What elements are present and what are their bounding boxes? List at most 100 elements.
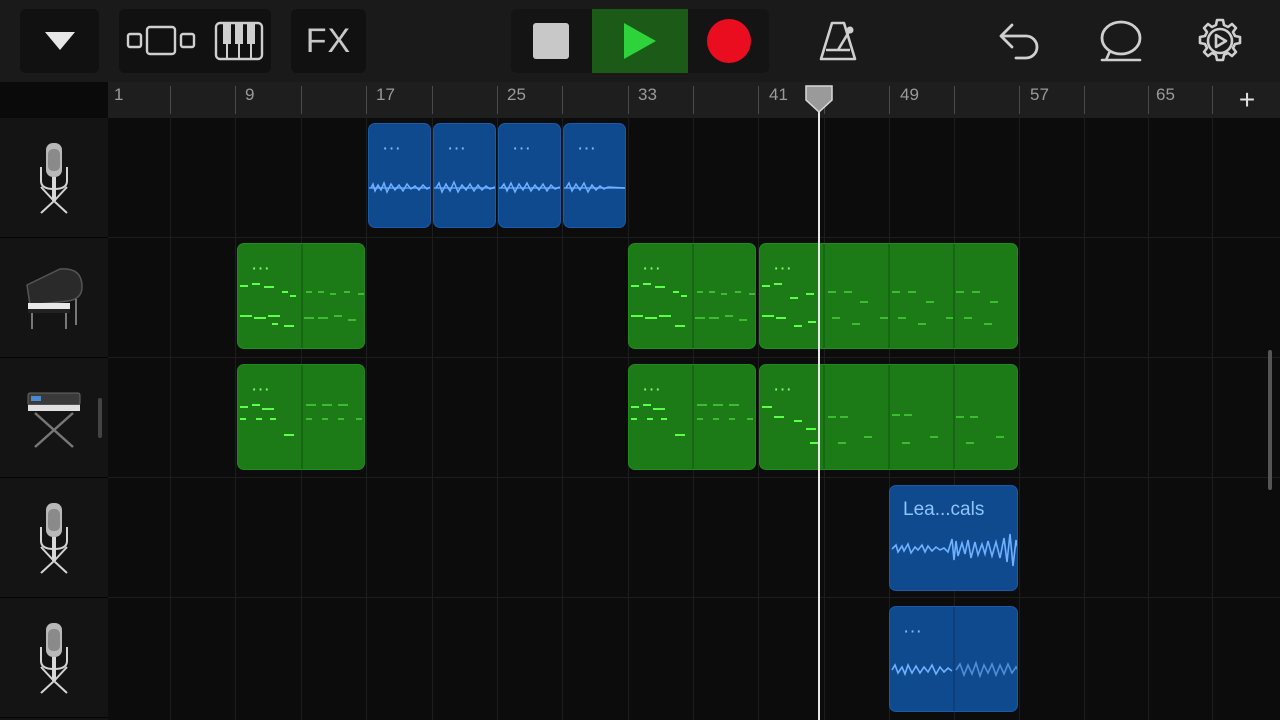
midi-region[interactable]: ··· — [628, 243, 756, 349]
ruler-tick — [170, 86, 171, 114]
ruler-tick — [497, 86, 498, 114]
region-label: ··· — [903, 621, 922, 642]
midi-region[interactable]: ··· — [628, 364, 756, 470]
stop-button[interactable] — [511, 9, 591, 73]
vertical-scrollbar[interactable] — [1268, 350, 1272, 490]
ruler-tick — [562, 86, 563, 114]
toolbar: FX — [0, 0, 1280, 82]
audio-region[interactable]: ··· — [433, 123, 496, 228]
playhead-line — [818, 96, 820, 720]
stop-icon — [533, 23, 569, 59]
tracks-view-button[interactable] — [126, 23, 196, 59]
ruler-tick — [235, 86, 236, 114]
region-label: ··· — [251, 258, 270, 279]
ruler-tick — [693, 86, 694, 114]
instrument-view-button[interactable] — [214, 21, 264, 61]
audio-region[interactable]: ··· — [368, 123, 431, 228]
tracks-view-icon — [126, 25, 196, 56]
midi-region[interactable]: ··· — [237, 364, 365, 470]
ruler-tick — [1212, 86, 1213, 114]
midi-region[interactable]: ··· — [237, 243, 365, 349]
plus-icon: + — [1238, 84, 1256, 115]
track-headers-scroll-indicator[interactable] — [98, 398, 102, 438]
add-section-button[interactable]: + — [1214, 82, 1280, 118]
ruler-tick — [432, 86, 433, 114]
timeline-ruler[interactable]: 1 9 17 25 33 41 49 57 65 — [108, 82, 1280, 118]
undo-icon — [999, 23, 1039, 60]
grid-line — [170, 118, 171, 720]
loop-browser-button[interactable] — [1086, 9, 1156, 73]
ruler-tick — [758, 86, 759, 114]
fx-label: FX — [305, 21, 352, 60]
gear-icon — [1198, 18, 1242, 62]
play-button[interactable] — [592, 9, 688, 73]
track-header-vocal-3[interactable] — [0, 598, 108, 718]
region-label: ··· — [773, 258, 792, 279]
bar-number: 65 — [1156, 85, 1175, 104]
settings-button[interactable] — [1185, 9, 1255, 73]
playhead-handle[interactable] — [804, 84, 834, 119]
audio-region-lead-vocals[interactable]: Lea...cals — [889, 485, 1018, 591]
ruler-tick — [366, 86, 367, 114]
track-separator — [108, 597, 1280, 598]
metronome-button[interactable] — [803, 9, 873, 73]
region-label: ··· — [512, 138, 531, 159]
region-label: Lea...cals — [903, 499, 985, 520]
ruler-tick — [1019, 86, 1020, 114]
bar-number: 49 — [900, 85, 919, 104]
ruler-tick — [1084, 86, 1085, 114]
bar-number: 1 — [114, 85, 124, 104]
grid-line — [1212, 118, 1213, 720]
bar-number: 33 — [638, 85, 657, 104]
ruler-tick — [628, 86, 629, 114]
region-label: ··· — [642, 258, 661, 279]
ruler-tick — [301, 86, 302, 114]
grid-line — [1019, 118, 1020, 720]
midi-region[interactable]: ··· — [759, 243, 1018, 349]
grid-line — [235, 118, 236, 720]
bar-number: 9 — [245, 85, 255, 104]
piano-keys-icon — [214, 21, 264, 61]
audio-region[interactable]: ··· — [563, 123, 626, 228]
track-separator — [108, 477, 1280, 478]
track-header-vocal-1[interactable] — [0, 118, 108, 238]
track-header-synth[interactable] — [0, 358, 108, 478]
keyboard-synth-icon — [27, 392, 81, 448]
midi-region[interactable]: ··· — [759, 364, 1018, 470]
metronome-icon — [819, 21, 857, 61]
region-label: ··· — [773, 379, 792, 400]
region-label: ··· — [642, 379, 661, 400]
track-separator — [108, 237, 1280, 238]
audio-region[interactable]: ··· — [498, 123, 561, 228]
undo-button[interactable] — [985, 9, 1055, 73]
playhead-marker-icon — [805, 85, 833, 114]
transport-group — [511, 9, 769, 73]
region-label: ··· — [382, 138, 401, 159]
play-icon — [624, 23, 656, 59]
track-header-piano[interactable] — [0, 238, 108, 358]
record-button[interactable] — [688, 9, 769, 73]
bar-number: 57 — [1030, 85, 1049, 104]
audio-region[interactable]: ··· — [889, 606, 1018, 712]
track-separator — [108, 357, 1280, 358]
track-headers — [0, 118, 108, 720]
view-switch-group — [119, 9, 271, 73]
ruler-tick — [1148, 86, 1149, 114]
midi-notes — [762, 244, 998, 348]
midi-notes — [762, 365, 1004, 469]
region-label: ··· — [577, 138, 596, 159]
bar-number: 25 — [507, 85, 526, 104]
fx-button[interactable]: FX — [291, 9, 366, 73]
track-header-vocal-2[interactable] — [0, 478, 108, 598]
microphone-icon — [40, 622, 68, 694]
grid-line — [366, 118, 367, 720]
bar-number: 41 — [769, 85, 788, 104]
tracks-area[interactable]: ··· ··· ··· ··· ··· ··· ··· ··· ··· ··· … — [108, 118, 1280, 720]
microphone-icon — [40, 142, 68, 214]
region-label: ··· — [251, 379, 270, 400]
grid-line — [1148, 118, 1149, 720]
browser-dropdown-button[interactable] — [20, 9, 99, 73]
ruler-tick — [954, 86, 955, 114]
ruler-tick — [889, 86, 890, 114]
microphone-icon — [40, 502, 68, 574]
